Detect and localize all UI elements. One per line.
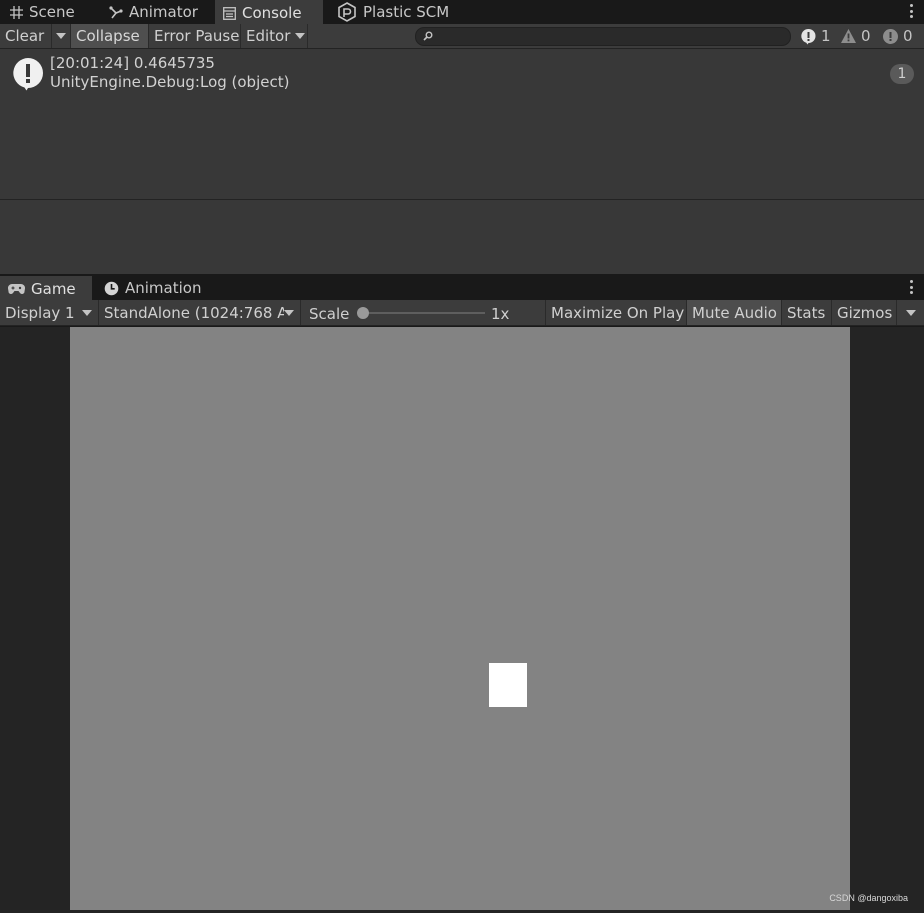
console-search-input[interactable]: [415, 27, 791, 46]
tab-animator-label: Animator: [129, 3, 198, 21]
clear-button-label: Clear: [5, 27, 45, 45]
chevron-down-icon: [284, 309, 294, 316]
scale-slider-track[interactable]: [363, 312, 485, 314]
tab-scene-label: Scene: [29, 3, 75, 21]
tab-plastic-scm-label: Plastic SCM: [363, 3, 450, 21]
mute-audio-label: Mute Audio: [692, 303, 777, 322]
tab-animation-label: Animation: [125, 279, 202, 297]
tab-animation[interactable]: Animation: [96, 276, 209, 300]
error-icon: [883, 28, 898, 44]
editor-dropdown-label: Editor: [246, 27, 291, 45]
clear-button[interactable]: Clear: [0, 24, 52, 48]
stats-label: Stats: [787, 303, 826, 322]
console-detail-pane[interactable]: [0, 199, 924, 274]
error-count-toggle[interactable]: 0: [882, 24, 913, 48]
console-toolbar: Clear Collapse Error Pause Editor 1 0 0: [0, 24, 924, 49]
maximize-on-play-label: Maximize On Play: [551, 303, 685, 322]
tab-game[interactable]: Game: [0, 276, 92, 300]
console-dock-menu-icon[interactable]: [908, 2, 914, 20]
warning-count: 0: [861, 27, 871, 45]
scale-value: 1x: [491, 305, 510, 323]
gamepad-icon: [8, 283, 25, 294]
search-icon: [423, 31, 433, 41]
tab-scene[interactable]: Scene: [2, 0, 83, 24]
chevron-down-icon: [905, 309, 916, 316]
editor-dropdown[interactable]: Editor: [241, 24, 308, 48]
console-icon: [223, 6, 236, 20]
gizmos-toggle[interactable]: Gizmos: [832, 300, 897, 325]
log-entry-count-badge: 1: [890, 64, 914, 84]
plastic-scm-icon: [338, 2, 356, 22]
white-square-sprite: [489, 663, 527, 707]
grid-icon: [10, 5, 23, 19]
chevron-down-icon: [82, 309, 92, 316]
clock-icon: [104, 281, 119, 295]
resolution-dropdown-label: StandAlone (1024:768 Aspect): [104, 303, 284, 322]
tab-animator[interactable]: Animator: [101, 0, 206, 24]
tab-game-label: Game: [31, 280, 76, 298]
stats-toggle[interactable]: Stats: [782, 300, 832, 325]
error-pause-label: Error Pause: [154, 27, 240, 45]
watermark: CSDN @dangoxiba: [829, 893, 908, 903]
gizmos-dropdown[interactable]: [897, 300, 924, 325]
clear-options-dropdown[interactable]: [52, 24, 71, 48]
tab-plastic-scm[interactable]: Plastic SCM: [329, 0, 457, 24]
display-dropdown[interactable]: Display 1: [0, 300, 99, 325]
warning-icon: [841, 29, 856, 43]
info-log-icon: [13, 58, 43, 91]
scale-label: Scale: [309, 304, 350, 323]
game-view: CSDN @dangoxiba: [0, 327, 924, 913]
log-entry-stacktrace: UnityEngine.Debug:Log (object): [50, 73, 290, 91]
log-entry-message: [20:01:24] 0.4645735: [50, 54, 215, 72]
gizmos-label: Gizmos: [837, 303, 893, 322]
info-icon: [801, 28, 816, 44]
tab-console-label: Console: [242, 4, 302, 22]
log-count: 1: [821, 27, 831, 45]
log-count-toggle[interactable]: 1: [800, 24, 831, 48]
maximize-on-play-toggle[interactable]: Maximize On Play: [546, 300, 687, 325]
resolution-dropdown[interactable]: StandAlone (1024:768 Aspect): [99, 300, 301, 325]
scale-slider-handle[interactable]: [357, 307, 369, 319]
game-viewport[interactable]: [70, 327, 850, 910]
tab-console[interactable]: Console: [215, 0, 323, 24]
chevron-down-icon: [295, 33, 306, 39]
log-entry[interactable]: [20:01:24] 0.4645735 UnityEngine.Debug:L…: [0, 49, 924, 97]
mute-audio-toggle[interactable]: Mute Audio: [687, 300, 782, 325]
collapse-toggle[interactable]: Collapse: [71, 24, 149, 48]
chevron-down-icon: [56, 33, 66, 39]
game-dock-tabbar: Game Animation: [0, 276, 924, 300]
animator-icon: [109, 5, 123, 18]
error-pause-toggle[interactable]: Error Pause: [149, 24, 241, 48]
game-toolbar: Display 1 StandAlone (1024:768 Aspect) S…: [0, 300, 924, 326]
log-entry-text: [20:01:24] 0.4645735 UnityEngine.Debug:L…: [50, 54, 289, 92]
warning-count-toggle[interactable]: 0: [840, 24, 871, 48]
console-log-list: [20:01:24] 0.4645735 UnityEngine.Debug:L…: [0, 49, 924, 199]
error-count: 0: [903, 27, 913, 45]
console-dock-tabbar: Scene Animator Console Plastic SCM: [0, 0, 924, 24]
collapse-label: Collapse: [76, 27, 140, 45]
display-dropdown-label: Display 1: [5, 303, 75, 322]
game-dock-menu-icon[interactable]: [908, 278, 914, 296]
